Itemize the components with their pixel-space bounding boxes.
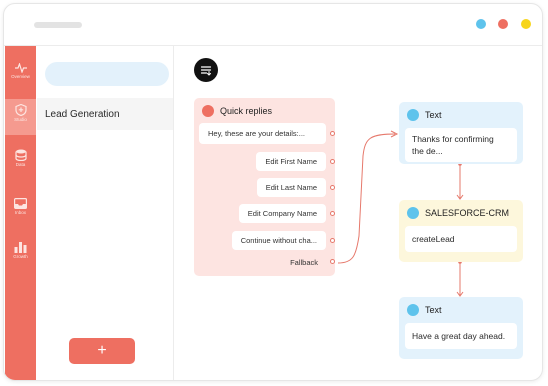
text-node[interactable]: Text Have a great day ahead. bbox=[399, 297, 523, 359]
node-title: Text bbox=[425, 110, 442, 120]
output-port[interactable] bbox=[330, 159, 335, 164]
title-bar bbox=[4, 4, 542, 46]
output-port[interactable] bbox=[330, 211, 335, 216]
quick-replies-node[interactable]: Quick replies Hey, these are your detail… bbox=[194, 98, 335, 276]
quick-reply-button[interactable]: Edit Company Name bbox=[238, 204, 326, 223]
node-content-line: the de... bbox=[412, 146, 443, 156]
text-node[interactable]: Text Thanks for confirming the de... bbox=[399, 102, 523, 164]
sidebar-item-label: Overview bbox=[11, 74, 30, 79]
node-header: Quick replies bbox=[202, 105, 272, 117]
sidebar: Overview Studio Data Inbox Growth bbox=[5, 46, 36, 380]
filter-button[interactable] bbox=[194, 58, 218, 82]
bar-chart-icon bbox=[14, 242, 27, 253]
quick-reply-button[interactable]: Edit Last Name bbox=[256, 178, 326, 197]
node-title: Text bbox=[425, 305, 442, 315]
flow-item-label: Lead Generation bbox=[45, 109, 120, 120]
node-content: createLead bbox=[405, 226, 517, 252]
sidebar-item-label: Growth bbox=[13, 254, 28, 259]
flow-item-lead-generation[interactable]: Lead Generation bbox=[37, 98, 173, 130]
node-header: Text bbox=[407, 109, 442, 121]
salesforce-crm-node[interactable]: SALESFORCE-CRM createLead bbox=[399, 200, 523, 262]
flow-canvas[interactable]: Quick replies Hey, these are your detail… bbox=[175, 46, 542, 380]
filter-lines-icon bbox=[200, 66, 212, 76]
node-content: Have a great day ahead. bbox=[405, 323, 517, 349]
fallback-label: Fallback bbox=[290, 258, 318, 267]
database-icon bbox=[14, 149, 27, 161]
sidebar-item-studio[interactable]: Studio bbox=[5, 99, 36, 135]
node-content-line: Thanks for confirming bbox=[412, 134, 494, 144]
node-title: Quick replies bbox=[220, 106, 273, 116]
node-content: Thanks for confirming the de... bbox=[405, 128, 517, 162]
app-window: Overview Studio Data Inbox Growth Lead G… bbox=[3, 3, 543, 381]
quick-reply-button[interactable]: Continue without cha... bbox=[231, 231, 326, 250]
flow-list-panel: Lead Generation + bbox=[37, 46, 174, 380]
window-dot-red[interactable] bbox=[498, 19, 508, 29]
sidebar-item-overview[interactable]: Overview bbox=[5, 58, 36, 94]
node-header: SALESFORCE-CRM bbox=[407, 207, 509, 219]
quick-reply-button[interactable]: Edit First Name bbox=[256, 152, 326, 171]
sidebar-item-data[interactable]: Data bbox=[5, 144, 36, 180]
node-type-dot bbox=[202, 105, 214, 117]
output-port[interactable] bbox=[330, 238, 335, 243]
node-type-dot bbox=[407, 304, 419, 316]
activity-icon bbox=[14, 63, 27, 73]
node-type-dot bbox=[407, 207, 419, 219]
node-header: Text bbox=[407, 304, 442, 316]
quick-reply-message[interactable]: Hey, these are your details:... bbox=[199, 123, 326, 144]
node-title: SALESFORCE-CRM bbox=[425, 208, 510, 218]
node-type-dot bbox=[407, 109, 419, 121]
window-dot-yellow[interactable] bbox=[521, 19, 531, 29]
node-content-line: Have a great day ahead. bbox=[412, 331, 506, 341]
output-port[interactable] bbox=[330, 131, 335, 136]
node-content-line: createLead bbox=[412, 234, 455, 244]
shield-plus-icon bbox=[14, 104, 27, 116]
window-dot-blue[interactable] bbox=[476, 19, 486, 29]
sidebar-item-inbox[interactable]: Inbox bbox=[5, 193, 36, 229]
sidebar-item-label: Studio bbox=[14, 117, 27, 122]
output-port[interactable] bbox=[330, 185, 335, 190]
sidebar-item-growth[interactable]: Growth bbox=[5, 236, 36, 272]
inbox-icon bbox=[14, 198, 27, 209]
sidebar-item-label: Data bbox=[15, 162, 26, 167]
fallback-port[interactable] bbox=[330, 259, 335, 264]
title-placeholder bbox=[34, 22, 82, 28]
search-input[interactable] bbox=[45, 62, 169, 86]
add-flow-button[interactable]: + bbox=[69, 338, 135, 364]
sidebar-item-label: Inbox bbox=[14, 210, 26, 215]
